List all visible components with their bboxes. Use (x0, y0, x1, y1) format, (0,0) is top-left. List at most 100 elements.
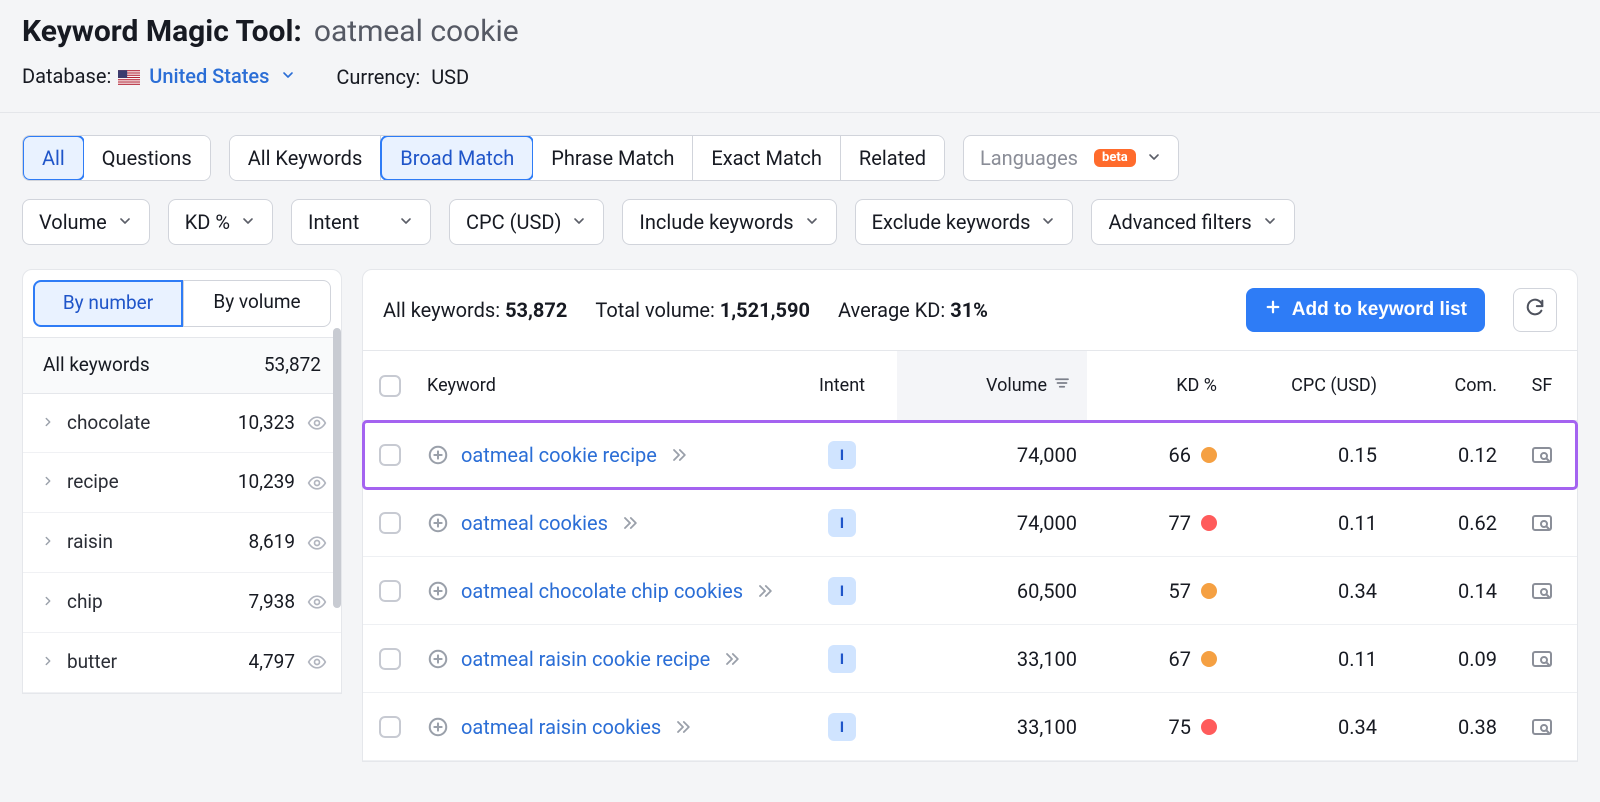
chevron-down-icon (571, 210, 587, 234)
serp-icon[interactable] (1530, 579, 1554, 603)
volume-cell: 74,000 (897, 511, 1087, 535)
keyword-link[interactable]: oatmeal chocolate chip cookies (461, 579, 743, 603)
row-checkbox[interactable] (379, 716, 401, 738)
expand-icon[interactable] (427, 512, 449, 534)
scope-segment: All Questions (22, 135, 211, 181)
group-row[interactable]: chocolate10,323 (23, 394, 341, 454)
kd-cell: 75 (1087, 715, 1227, 739)
kd-cell: 57 (1087, 579, 1227, 603)
chevron-down-icon (804, 210, 820, 234)
group-row[interactable]: butter4,797 (23, 633, 341, 693)
col-com[interactable]: Com. (1387, 375, 1507, 397)
kd-dot-icon (1201, 515, 1217, 531)
database-selector[interactable]: Database: United States (22, 64, 296, 90)
tab-by-number[interactable]: By number (33, 280, 183, 327)
languages-dropdown[interactable]: Languages beta (963, 135, 1179, 181)
currency-value: USD (431, 65, 469, 89)
match-segment: All Keywords Broad Match Phrase Match Ex… (229, 135, 945, 181)
scope-questions[interactable]: Questions (84, 136, 210, 180)
keyword-link[interactable]: oatmeal raisin cookies (461, 715, 661, 739)
filter-include[interactable]: Include keywords (622, 199, 836, 245)
chevron-down-icon (1262, 210, 1278, 234)
group-row[interactable]: chip7,938 (23, 573, 341, 633)
double-chevron-icon[interactable] (620, 513, 640, 533)
match-related[interactable]: Related (841, 136, 944, 180)
col-keyword[interactable]: Keyword (417, 375, 787, 397)
languages-label: Languages (980, 146, 1078, 170)
row-checkbox[interactable] (379, 648, 401, 670)
row-checkbox[interactable] (379, 444, 401, 466)
chevron-down-icon (1040, 210, 1056, 234)
table-row: oatmeal raisin cookie recipeI33,100670.1… (363, 625, 1577, 693)
groups-all-keywords[interactable]: All keywords 53,872 (23, 338, 341, 394)
expand-icon[interactable] (427, 648, 449, 670)
query-text: oatmeal cookie (314, 14, 519, 50)
expand-icon[interactable] (427, 580, 449, 602)
summary-all-label: All keywords: (383, 298, 500, 322)
filter-advanced[interactable]: Advanced filters (1091, 199, 1294, 245)
row-checkbox[interactable] (379, 512, 401, 534)
summary-kd-value: 31% (950, 298, 988, 322)
serp-icon[interactable] (1530, 715, 1554, 739)
filter-intent[interactable]: Intent (291, 199, 431, 245)
us-flag-icon (118, 66, 140, 90)
filter-volume[interactable]: Volume (22, 199, 150, 245)
kd-dot-icon (1201, 719, 1217, 735)
match-all[interactable]: All Keywords (230, 136, 382, 180)
kd-dot-icon (1201, 447, 1217, 463)
keyword-link[interactable]: oatmeal cookies (461, 511, 608, 535)
row-checkbox[interactable] (379, 580, 401, 602)
keyword-link[interactable]: oatmeal cookie recipe (461, 443, 657, 467)
beta-badge: beta (1094, 149, 1136, 167)
col-sf[interactable]: SF (1507, 375, 1577, 397)
summary-bar: All keywords: 53,872 Total volume: 1,521… (362, 269, 1578, 351)
filter-kd[interactable]: KD % (168, 199, 273, 245)
add-to-list-button[interactable]: Add to keyword list (1246, 288, 1485, 332)
group-row[interactable]: raisin8,619 (23, 513, 341, 573)
expand-icon[interactable] (427, 444, 449, 466)
scope-all[interactable]: All (22, 135, 85, 181)
filter-exclude[interactable]: Exclude keywords (855, 199, 1074, 245)
cpc-cell: 0.15 (1227, 443, 1387, 467)
table-row: oatmeal chocolate chip cookiesI60,500570… (363, 557, 1577, 625)
serp-icon[interactable] (1530, 443, 1554, 467)
page-header: Keyword Magic Tool: oatmeal cookie Datab… (0, 0, 1600, 113)
summary-kd-label: Average KD: (838, 298, 945, 322)
filter-cpc[interactable]: CPC (USD) (449, 199, 604, 245)
kd-dot-icon (1201, 651, 1217, 667)
match-exact[interactable]: Exact Match (693, 136, 841, 180)
eye-icon[interactable] (307, 473, 327, 493)
col-intent[interactable]: Intent (787, 375, 897, 397)
com-cell: 0.38 (1387, 715, 1507, 739)
col-cpc[interactable]: CPC (USD) (1227, 375, 1387, 397)
refresh-button[interactable] (1513, 288, 1557, 332)
eye-icon[interactable] (307, 592, 327, 612)
col-volume[interactable]: Volume (897, 351, 1087, 420)
group-count: 8,619 (213, 531, 295, 554)
scrollbar-indicator[interactable] (333, 328, 341, 608)
summary-vol-value: 1,521,590 (720, 298, 810, 322)
tab-by-volume[interactable]: By volume (183, 280, 331, 327)
match-phrase[interactable]: Phrase Match (533, 136, 693, 180)
keyword-link[interactable]: oatmeal raisin cookie recipe (461, 647, 710, 671)
expand-icon[interactable] (427, 716, 449, 738)
group-row[interactable]: recipe10,239 (23, 453, 341, 513)
match-broad[interactable]: Broad Match (380, 135, 534, 181)
double-chevron-icon[interactable] (673, 717, 693, 737)
double-chevron-icon[interactable] (669, 445, 689, 465)
filters-area: All Questions All Keywords Broad Match P… (0, 113, 1600, 269)
col-kd[interactable]: KD % (1087, 375, 1227, 397)
kd-dot-icon (1201, 583, 1217, 599)
eye-icon[interactable] (307, 533, 327, 553)
table-row: oatmeal cookiesI74,000770.110.62 (363, 489, 1577, 557)
eye-icon[interactable] (307, 413, 327, 433)
eye-icon[interactable] (307, 652, 327, 672)
serp-icon[interactable] (1530, 647, 1554, 671)
com-cell: 0.12 (1387, 443, 1507, 467)
table-row: oatmeal cookie recipeI74,000660.150.12 (363, 421, 1577, 489)
double-chevron-icon[interactable] (755, 581, 775, 601)
serp-icon[interactable] (1530, 511, 1554, 535)
select-all-checkbox[interactable] (379, 375, 401, 397)
sort-desc-icon (1053, 374, 1071, 398)
double-chevron-icon[interactable] (722, 649, 742, 669)
